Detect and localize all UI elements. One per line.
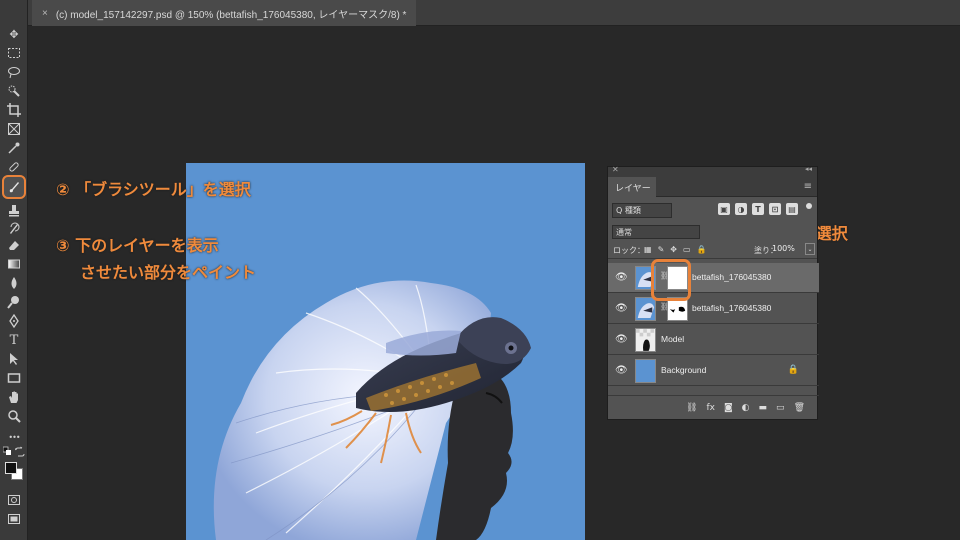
annotation-step2: ② 「ブラシツール」を選択 <box>56 180 251 199</box>
lasso-tool-icon[interactable] <box>6 64 22 80</box>
quick-mask-icon[interactable] <box>6 492 22 508</box>
layer-row[interactable]: 👁 ⛓ bettafish_176045380 <box>608 294 819 324</box>
lock-all-icon[interactable]: 🔒 <box>697 245 707 254</box>
frame-tool-icon[interactable] <box>6 121 22 137</box>
foreground-color-swatch[interactable] <box>5 462 17 474</box>
panel-collapse-icon[interactable]: ◂◂ <box>805 165 812 173</box>
mask-thumbnail-highlight <box>651 259 691 301</box>
toolbar: ✥ T ••• <box>0 0 28 540</box>
layer-style-icon[interactable]: fx <box>706 403 715 413</box>
history-brush-tool-icon[interactable] <box>6 220 22 236</box>
panel-tabs: レイヤー ≡ <box>608 177 817 197</box>
layer-name: Background <box>661 365 707 375</box>
link-layers-icon[interactable]: ⛓ <box>686 403 697 413</box>
adjustment-filter-icon[interactable]: ◑ <box>735 203 747 215</box>
rectangle-tool-icon[interactable] <box>6 370 22 386</box>
filter-row: Q 種類 ▣ ◑ T ⊡ ▤ <box>608 197 817 223</box>
adjustment-layer-icon[interactable]: ◐ <box>742 403 750 413</box>
annotation-step3-line1: ③ 下のレイヤーを表示 <box>56 236 219 255</box>
document-tab-bar: × (c) model_157142297.psd @ 150% (bettaf… <box>28 0 960 26</box>
new-group-icon[interactable]: ▬ <box>759 403 768 413</box>
layer-name: Model <box>661 334 685 344</box>
panel-close-icon[interactable]: ✕ <box>612 165 619 174</box>
gradient-tool-icon[interactable] <box>6 256 22 272</box>
layer-row[interactable]: 👁 Model <box>608 325 819 355</box>
layer-name: bettafish_176045380 <box>692 303 772 313</box>
layer-lock-icon: 🔒 <box>787 365 799 375</box>
layer-row[interactable]: 👁 ⛓ bettafish_176045380 <box>608 263 819 293</box>
document-tab-title: (c) model_157142297.psd @ 150% (bettafis… <box>55 9 407 21</box>
tab-layers[interactable]: レイヤー <box>608 177 656 197</box>
shape-filter-icon[interactable]: ⊡ <box>769 203 781 215</box>
marquee-tool-icon[interactable] <box>6 45 22 61</box>
path-select-tool-icon[interactable] <box>6 351 22 367</box>
fill-dropdown-icon[interactable]: ⌄ <box>805 243 815 255</box>
layer-filter-select[interactable]: Q 種類 <box>612 203 672 218</box>
layer-thumbnail[interactable] <box>635 359 656 383</box>
swap-colors-icon[interactable] <box>15 446 25 457</box>
stamp-tool-icon[interactable] <box>6 203 22 219</box>
layers-panel: ✕ ◂◂ レイヤー ≡ Q 種類 ▣ ◑ T ⊡ ▤ 通常 ロック： ▦ ✎ ✥… <box>607 165 819 420</box>
blend-mode-select[interactable]: 通常 <box>612 225 700 239</box>
pixel-filter-icon[interactable]: ▣ <box>718 203 730 215</box>
blur-tool-icon[interactable] <box>6 275 22 291</box>
more-tools-icon[interactable]: ••• <box>6 429 22 445</box>
close-tab-icon[interactable]: × <box>42 8 48 19</box>
delete-layer-icon[interactable]: 🗑 <box>794 403 805 413</box>
visibility-eye-icon[interactable]: 👁 <box>615 303 628 315</box>
panel-titlebar: ✕ ◂◂ <box>608 165 817 177</box>
smart-object-filter-icon[interactable]: ▤ <box>786 203 798 215</box>
visibility-eye-icon[interactable]: 👁 <box>615 272 628 284</box>
brush-tool-icon[interactable] <box>2 175 26 199</box>
default-colors-icon[interactable] <box>3 446 13 457</box>
lock-position-icon[interactable]: ✥ <box>670 245 677 254</box>
dodge-tool-icon[interactable] <box>6 294 22 310</box>
document-tab[interactable]: × (c) model_157142297.psd @ 150% (bettaf… <box>32 0 417 26</box>
panel-menu-icon[interactable]: ≡ <box>804 181 812 192</box>
document-canvas[interactable] <box>186 163 585 540</box>
healing-brush-tool-icon[interactable] <box>6 159 22 175</box>
pen-tool-icon[interactable] <box>6 313 22 329</box>
lock-row: ロック： ▦ ✎ ✥ ▭ 🔒 塗り： 100% ⌄ <box>608 241 817 259</box>
lock-artboard-icon[interactable]: ▭ <box>683 245 691 254</box>
type-filter-icon[interactable]: T <box>752 203 764 215</box>
move-tool-icon[interactable]: ✥ <box>6 26 22 42</box>
crop-tool-icon[interactable] <box>6 102 22 118</box>
visibility-eye-icon[interactable]: 👁 <box>615 365 628 377</box>
layer-thumbnail[interactable] <box>635 328 656 352</box>
lock-image-icon[interactable]: ✎ <box>658 245 665 254</box>
type-tool-icon[interactable]: T <box>6 332 22 348</box>
annotation-step3-line2: させたい部分をペイント <box>80 263 257 282</box>
blend-row: 通常 <box>608 223 817 241</box>
new-layer-icon[interactable]: ▭ <box>776 403 785 413</box>
add-mask-icon[interactable]: ◙ <box>724 403 733 413</box>
visibility-eye-icon[interactable]: 👁 <box>615 334 628 346</box>
eyedropper-tool-icon[interactable] <box>6 140 22 156</box>
layer-name: bettafish_176045380 <box>692 272 772 282</box>
layer-thumbnail[interactable] <box>635 297 656 321</box>
canvas-artwork <box>213 280 531 540</box>
lock-transparency-icon[interactable]: ▦ <box>644 245 652 254</box>
fill-value[interactable]: 100% <box>772 244 795 253</box>
screen-mode-icon[interactable] <box>6 511 22 527</box>
filter-toggle[interactable] <box>806 203 812 209</box>
zoom-tool-icon[interactable] <box>6 408 22 424</box>
eraser-tool-icon[interactable] <box>6 237 22 253</box>
hand-tool-icon[interactable] <box>6 389 22 405</box>
lock-label: ロック： <box>613 246 645 255</box>
panel-footer: ⛓ fx ◙ ◐ ▬ ▭ 🗑 <box>608 395 819 419</box>
quick-select-tool-icon[interactable] <box>6 83 22 99</box>
layer-row[interactable]: 👁 Background 🔒 <box>608 356 819 386</box>
